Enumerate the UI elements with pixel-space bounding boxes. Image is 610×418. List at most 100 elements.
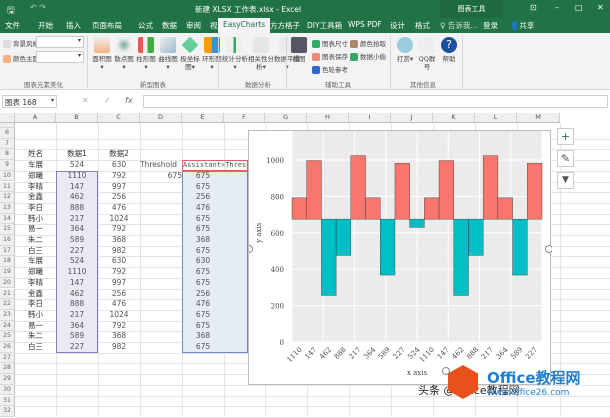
tab-review[interactable]: 审阅 xyxy=(186,20,201,31)
assistant-cell[interactable]: 675 xyxy=(182,342,224,353)
area-chart-button[interactable]: 面积图▾ xyxy=(91,37,113,71)
save-icon[interactable]: 🖫 xyxy=(7,3,15,19)
tab-insert[interactable]: 插入 xyxy=(66,20,81,31)
data2-cell[interactable]: 256 xyxy=(98,289,140,300)
resize-handle[interactable] xyxy=(545,245,553,253)
name-box[interactable]: 图表 168 ▾ xyxy=(2,95,57,108)
assistant-cell[interactable]: 368 xyxy=(182,331,224,342)
donate-button[interactable]: 打赏▾ xyxy=(394,37,416,63)
row-header-9[interactable]: 9 xyxy=(0,160,15,171)
column-header-C[interactable]: C xyxy=(98,113,140,123)
column-header-B[interactable]: B xyxy=(56,113,98,123)
data2-cell[interactable]: 630 xyxy=(98,256,140,267)
name-cell[interactable]: 金鑫 xyxy=(15,192,56,203)
row-header-30[interactable]: 30 xyxy=(0,384,15,396)
data2-cell[interactable]: 792 xyxy=(98,267,140,278)
assistant-cell[interactable]: 368 xyxy=(182,235,224,246)
header-cell[interactable]: 姓名 xyxy=(15,149,56,160)
chart[interactable]: 0 200 400 600 800 1000 1110 147 462 888 217 364 589 2… xyxy=(245,130,553,385)
assistant-cell[interactable]: 256 xyxy=(182,192,224,203)
polar-chart-button[interactable]: 极坐标图▾ xyxy=(179,36,201,71)
row-header-23[interactable]: 23 xyxy=(0,309,15,321)
data1-cell[interactable]: 147 xyxy=(56,278,98,289)
assistant-cell[interactable]: 675 xyxy=(182,321,224,332)
data1-cell[interactable]: 462 xyxy=(56,289,98,300)
name-cell[interactable]: 白三 xyxy=(15,342,56,353)
column-header-I[interactable]: I xyxy=(349,113,391,123)
row-header-20[interactable]: 20 xyxy=(0,277,15,289)
bg-style-dropdown[interactable]: ▾ xyxy=(36,36,84,48)
row-header-24[interactable]: 24 xyxy=(0,320,15,332)
color-wheel-button[interactable]: 色轮参考 xyxy=(312,64,348,74)
assistant-cell[interactable]: 675 xyxy=(182,246,224,257)
assistant-cell[interactable]: 630 xyxy=(182,256,224,267)
undo-icon[interactable]: ↶ ↷ xyxy=(30,3,46,12)
name-cell[interactable]: 车展 xyxy=(15,256,56,267)
assistant-label-cell[interactable]: Assistant>Threshold xyxy=(183,160,247,171)
data2-cell[interactable]: 630 xyxy=(98,160,140,171)
screenshot-button[interactable]: 截图 xyxy=(290,37,308,63)
row-header-32[interactable]: 32 xyxy=(0,406,15,417)
chart-style-brush-icon[interactable]: ✎ xyxy=(557,150,574,167)
name-cell[interactable]: 李晴 xyxy=(15,182,56,193)
tab-page-layout[interactable]: 页面布局 xyxy=(92,20,122,31)
name-cell[interactable]: 易一 xyxy=(15,224,56,235)
data1-cell[interactable]: 888 xyxy=(56,203,98,214)
assistant-cell[interactable]: 675 xyxy=(182,224,224,235)
data1-cell[interactable]: 888 xyxy=(56,299,98,310)
select-all-corner[interactable] xyxy=(0,113,15,123)
assistant-cell[interactable]: 675 xyxy=(182,214,224,225)
name-cell[interactable]: 金鑫 xyxy=(15,289,56,300)
tab-home[interactable]: 开始 xyxy=(38,20,53,31)
chevron-down-icon[interactable]: ▾ xyxy=(51,97,54,104)
row-header-27[interactable]: 27 xyxy=(0,352,15,364)
maximize-button[interactable]: □ xyxy=(575,3,583,12)
assistant-cell[interactable]: 675 xyxy=(182,267,224,278)
data2-cell[interactable]: 997 xyxy=(98,182,140,193)
data2-cell[interactable]: 982 xyxy=(98,342,140,353)
login-link[interactable]: 登录 xyxy=(483,20,498,31)
data2-cell[interactable]: 1024 xyxy=(98,214,140,225)
row-header-31[interactable]: 31 xyxy=(0,395,15,407)
color-theme-dropdown[interactable]: ▾ xyxy=(36,51,84,63)
name-cell[interactable]: 车展 xyxy=(15,160,56,171)
name-cell[interactable]: 郑曦 xyxy=(15,267,56,278)
tell-me-search[interactable]: ♀ 告诉我... xyxy=(440,20,478,31)
data2-cell[interactable]: 476 xyxy=(98,203,140,214)
formula-input[interactable] xyxy=(143,95,608,108)
row-header-29[interactable]: 29 xyxy=(0,374,15,385)
name-cell[interactable]: 韩小 xyxy=(15,310,56,321)
confirm-icon[interactable]: ✓ xyxy=(104,96,111,105)
row-header-16[interactable]: 16 xyxy=(0,235,15,246)
stat-analysis-button[interactable]: 统计分析▾ xyxy=(222,37,248,71)
data2-cell[interactable]: 368 xyxy=(98,331,140,342)
name-cell[interactable]: 李日 xyxy=(15,203,56,214)
row-header-7[interactable]: 7 xyxy=(0,138,15,150)
name-cell[interactable]: 李日 xyxy=(15,299,56,310)
row-header-21[interactable]: 21 xyxy=(0,288,15,300)
column-header-E[interactable]: E xyxy=(182,113,224,123)
tab-data[interactable]: 数据 xyxy=(162,20,177,31)
data1-cell[interactable]: 589 xyxy=(56,235,98,246)
tab-formulas[interactable]: 公式 xyxy=(138,20,153,31)
data2-cell[interactable]: 792 xyxy=(98,171,140,182)
data-thief-button[interactable]: 数据小偷 xyxy=(350,51,386,61)
scatter-chart-button[interactable]: 散点图▾ xyxy=(113,37,135,71)
data2-cell[interactable]: 368 xyxy=(98,235,140,246)
header-cell[interactable]: 数据2 xyxy=(98,149,140,160)
qq-group-button[interactable]: QQ群号 xyxy=(416,37,438,71)
row-header-12[interactable]: 12 xyxy=(0,192,15,203)
help-button[interactable]: ? 帮助 xyxy=(438,37,460,63)
column-header-K[interactable]: K xyxy=(433,113,475,123)
ring-chart-button[interactable]: 环形图▾ xyxy=(201,37,223,71)
name-cell[interactable]: 李晴 xyxy=(15,278,56,289)
curve-chart-button[interactable]: 曲线图▾ xyxy=(157,37,179,71)
tab-diy-toolbox[interactable]: DIY工具箱 xyxy=(307,20,342,31)
column-header-G[interactable]: G xyxy=(265,113,307,123)
tab-fangfang[interactable]: 方方格子 xyxy=(270,20,300,31)
fx-icon[interactable]: fx xyxy=(125,96,133,105)
column-header-H[interactable]: H xyxy=(307,113,349,123)
row-header-26[interactable]: 26 xyxy=(0,342,15,353)
tab-easycharts[interactable]: EasyCharts xyxy=(218,18,271,33)
name-cell[interactable]: 郑曦 xyxy=(15,171,56,182)
